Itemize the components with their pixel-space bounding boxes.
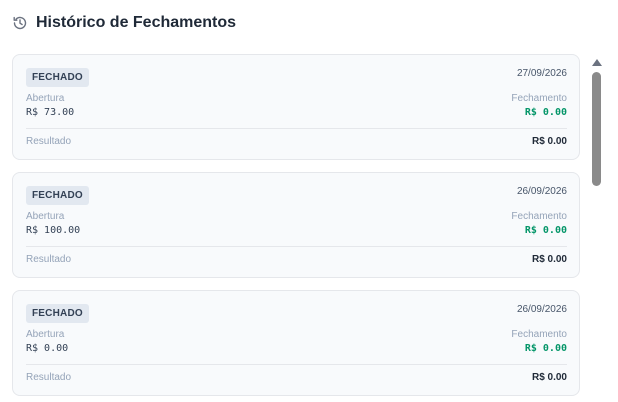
opening-label: Abertura: [26, 211, 65, 222]
result-label: Resultado: [26, 254, 72, 265]
status-badge: FECHADO: [26, 68, 89, 87]
opening-label: Abertura: [26, 329, 65, 340]
closing-value: R$ 0.00: [524, 225, 567, 236]
divider: [26, 364, 567, 365]
history-icon: [12, 15, 28, 31]
closing-history-list[interactable]: FECHADO 27/09/2026 Abertura R$ 73.00 Fec…: [12, 54, 582, 402]
scroll-up-arrow-icon[interactable]: [592, 59, 602, 66]
divider: [26, 246, 567, 247]
result-label: Resultado: [26, 136, 72, 147]
closing-date: 26/09/2026: [516, 304, 567, 315]
closing-label: Fechamento: [511, 93, 567, 104]
status-badge: FECHADO: [26, 304, 89, 323]
result-value: R$ 0.00: [531, 254, 567, 265]
closing-date: 26/09/2026: [516, 186, 567, 197]
closing-label: Fechamento: [511, 329, 567, 340]
closing-date: 27/09/2026: [516, 68, 567, 79]
result-value: R$ 0.00: [531, 136, 567, 147]
scrollbar[interactable]: [590, 56, 604, 402]
status-badge: FECHADO: [26, 186, 89, 205]
result-value: R$ 0.00: [531, 372, 567, 383]
opening-label: Abertura: [26, 93, 65, 104]
closing-label: Fechamento: [511, 211, 567, 222]
opening-value: R$ 0.00: [26, 343, 69, 354]
result-label: Resultado: [26, 372, 72, 383]
closing-value: R$ 0.00: [524, 107, 567, 118]
page-header: Histórico de Fechamentos: [12, 12, 236, 34]
opening-value: R$ 100.00: [26, 225, 81, 236]
divider: [26, 128, 567, 129]
opening-value: R$ 73.00: [26, 107, 75, 118]
scrollbar-thumb[interactable]: [592, 72, 601, 186]
closing-value: R$ 0.00: [524, 343, 567, 354]
closing-card[interactable]: FECHADO 27/09/2026 Abertura R$ 73.00 Fec…: [12, 54, 580, 160]
closing-card[interactable]: FECHADO 26/09/2026 Abertura R$ 0.00 Fech…: [12, 290, 580, 396]
page-title: Histórico de Fechamentos: [36, 14, 237, 31]
closing-card[interactable]: FECHADO 26/09/2026 Abertura R$ 100.00 Fe…: [12, 172, 580, 278]
